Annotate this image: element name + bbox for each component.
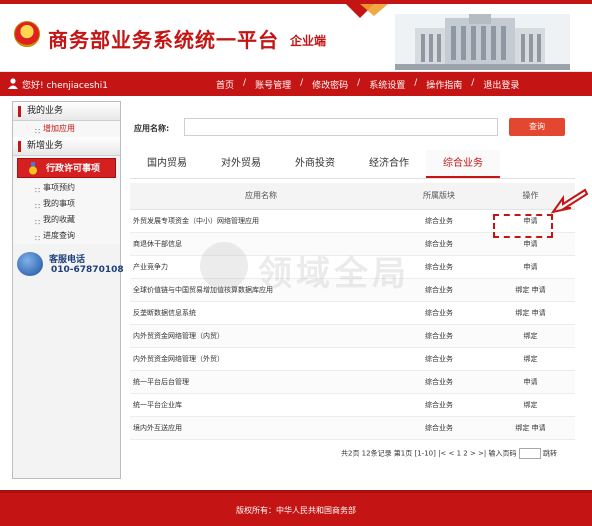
app-name-cell: 外贸发展专项资金（中小）网络管理应用: [130, 209, 392, 233]
nav-settings[interactable]: 系统设置: [369, 78, 405, 91]
app-name-cell: 境内外互送应用: [130, 416, 392, 440]
watermark: 领域全局: [200, 242, 420, 298]
table-header-row: 应用名称 所属版块 操作: [130, 183, 575, 210]
nav-separator: /: [471, 78, 475, 88]
sidebar: 我的业务 ∷ 增加应用 新增业务 行政许可事项 ∷ 事项预约 ∷ 我的事项 ∷ …: [12, 101, 124, 479]
app-name-cell: 反垄断数据信息系统: [130, 301, 392, 325]
operation-link[interactable]: 绑定: [524, 355, 538, 363]
decor-triangle-orange: [360, 4, 388, 16]
app-name-cell: 统一平台企业库: [130, 393, 392, 417]
operation-link[interactable]: 申请: [524, 263, 538, 271]
national-emblem-icon: [14, 21, 40, 47]
sidebar-new-business[interactable]: 新增业务: [13, 137, 120, 156]
module-cell: 综合业务: [392, 209, 486, 233]
module-cell: 综合业务: [392, 416, 486, 440]
watermark-text: 领域全局: [258, 254, 410, 294]
watermark-logo-icon: [200, 242, 248, 290]
hotline-number: 010-67870108: [51, 265, 124, 275]
app-name-cell: 统一平台后台管理: [130, 370, 392, 394]
nav-separator: /: [243, 78, 247, 88]
sidebar-item-progress[interactable]: ∷ 进度查询: [13, 228, 120, 244]
operation-link[interactable]: 申请: [524, 378, 538, 386]
search-label: 应用名称:: [134, 124, 170, 133]
sidebar-item-reservation[interactable]: ∷ 事项预约: [13, 180, 120, 196]
app-name-cell: 内外贸资金网络管理（内贸）: [130, 324, 392, 348]
header-app-name: 应用名称: [130, 183, 392, 210]
hotline-box: 客服电话 010-67870108: [17, 250, 127, 280]
header-module: 所属版块: [392, 183, 486, 210]
module-cell: 综合业务: [392, 347, 486, 371]
highlight-box: [493, 214, 553, 238]
sidebar-item-favorites[interactable]: ∷ 我的收藏: [13, 212, 120, 228]
sidebar-item-admin-license[interactable]: 行政许可事项: [17, 158, 116, 178]
sidebar-item-label: 增加应用: [43, 124, 75, 133]
tab-foreign-investment[interactable]: 外商投资: [278, 150, 352, 178]
grid-dot-icon: ∷: [35, 234, 41, 243]
nav-separator: /: [414, 78, 418, 88]
sidebar-item-label: 事项预约: [43, 183, 75, 192]
search-button[interactable]: 查询: [509, 118, 565, 136]
nav-separator: /: [300, 78, 304, 88]
category-tabs: 国内贸易 对外贸易 外商投资 经济合作 综合业务: [130, 150, 500, 178]
pagination: 共2页 12条记录 第1页 [1-10] |< < 1 2 > >| 输入页码 …: [341, 448, 557, 459]
module-cell: 综合业务: [392, 301, 486, 325]
building-illustration: [395, 14, 570, 70]
table-row: 反垄断数据信息系统 综合业务 绑定 申请: [130, 301, 575, 325]
table-row: 内外贸资金网络管理（外贸） 综合业务 绑定: [130, 347, 575, 371]
site-subtitle: 企业端: [290, 34, 327, 48]
page-number-input[interactable]: [518, 448, 541, 459]
tab-comprehensive[interactable]: 综合业务: [426, 150, 500, 178]
medal-icon: [29, 162, 37, 175]
user-icon: [8, 78, 18, 89]
module-cell: 综合业务: [392, 370, 486, 394]
sidebar-item-label: 进度查询: [43, 231, 75, 240]
app-name-search-input[interactable]: [184, 118, 498, 136]
app-name-cell: 内外贸资金网络管理（外贸）: [130, 347, 392, 371]
page-jump-button[interactable]: 跳转: [543, 450, 557, 458]
nav-menu: 首页 / 账号管理 / 修改密码 / 系统设置 / 操作指南 / 退出登录: [216, 78, 519, 91]
pagination-summary: 共2页 12条记录 第1页 [1-10] |< < 1 2 > >| 输入页码: [341, 449, 517, 458]
tabs-divider: [130, 178, 575, 179]
table-row: 内外贸资金网络管理（内贸） 综合业务 绑定: [130, 324, 575, 348]
nav-home[interactable]: 首页: [216, 78, 234, 91]
operation-link[interactable]: 绑定 申请: [515, 424, 545, 432]
operation-link[interactable]: 绑定 申请: [515, 309, 545, 317]
header-top-line: [0, 0, 592, 4]
site-footer: 版权所有：中华人民共和国商务部: [0, 490, 592, 526]
site-title: 商务部业务系统统一平台: [48, 28, 279, 52]
site-header: 商务部业务系统统一平台 企业端: [0, 0, 592, 72]
sidebar-item-label: 我的事项: [43, 199, 75, 208]
nav-logout[interactable]: 退出登录: [483, 78, 519, 91]
operation-link[interactable]: 绑定: [524, 332, 538, 340]
operation-link[interactable]: 申请: [524, 240, 538, 248]
sidebar-item-add-app[interactable]: ∷ 增加应用: [13, 121, 120, 137]
tab-foreign-trade[interactable]: 对外贸易: [204, 150, 278, 178]
sidebar-item-my-matters[interactable]: ∷ 我的事项: [13, 196, 120, 212]
nav-change-password[interactable]: 修改密码: [312, 78, 348, 91]
sidebar-item-label: 行政许可事项: [46, 164, 101, 174]
hotline-label: 客服电话: [49, 255, 86, 265]
table-row: 统一平台企业库 综合业务 绑定: [130, 393, 575, 417]
table-row: 统一平台后台管理 综合业务 申请: [130, 370, 575, 394]
operation-link[interactable]: 绑定: [524, 401, 538, 409]
telephone-icon: [17, 252, 43, 276]
top-navbar: 您好! chenjiaceshi1 首页 / 账号管理 / 修改密码 / 系统设…: [0, 72, 592, 96]
copyright-text: 版权所有：中华人民共和国商务部: [236, 506, 356, 515]
sidebar-my-business[interactable]: 我的业务: [13, 102, 120, 121]
tab-economic-cooperation[interactable]: 经济合作: [352, 150, 426, 178]
tab-domestic-trade[interactable]: 国内贸易: [130, 150, 204, 178]
table-row: 境内外互送应用 综合业务 绑定 申请: [130, 416, 575, 440]
module-cell: 综合业务: [392, 324, 486, 348]
nav-account[interactable]: 账号管理: [255, 78, 291, 91]
operation-link[interactable]: 绑定 申请: [515, 286, 545, 294]
user-greeting: 您好! chenjiaceshi1: [22, 81, 108, 91]
nav-guide[interactable]: 操作指南: [426, 78, 462, 91]
pointer-arrow-icon: [550, 188, 589, 214]
sidebar-item-label: 我的收藏: [43, 215, 75, 224]
module-cell: 综合业务: [392, 393, 486, 417]
nav-separator: /: [357, 78, 361, 88]
